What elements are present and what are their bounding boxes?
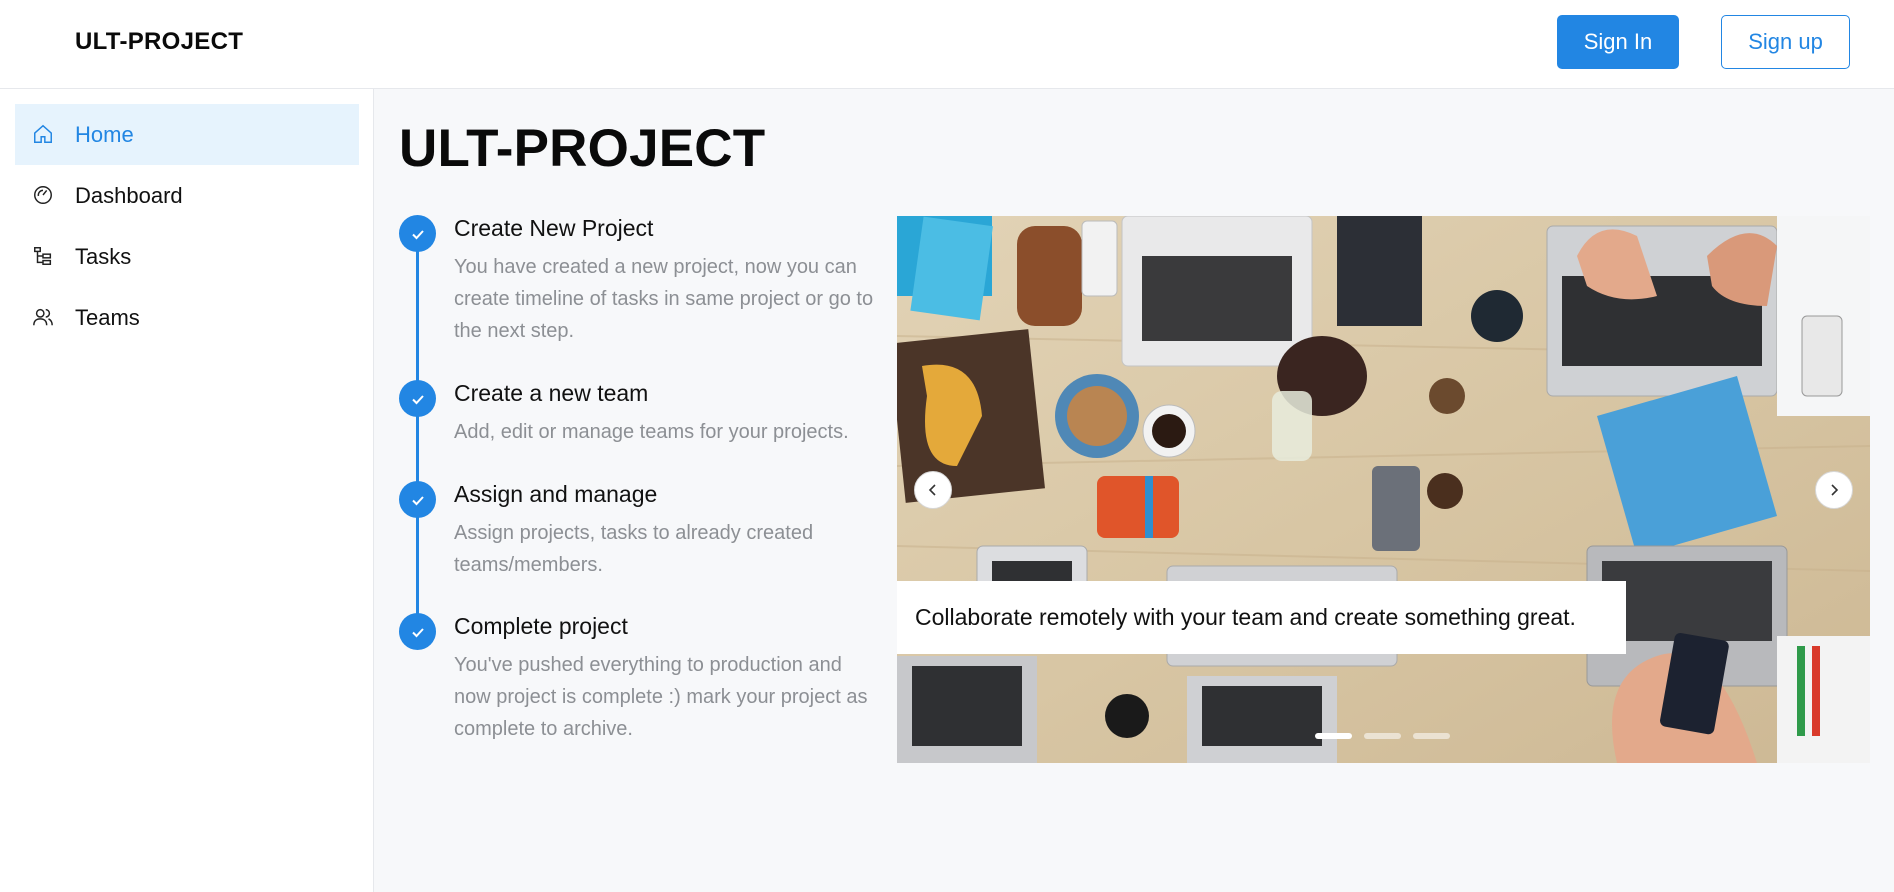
sidebar-item-teams[interactable]: Teams <box>15 287 359 348</box>
teams-icon <box>33 308 53 326</box>
sidebar-item-label: Dashboard <box>75 182 183 208</box>
carousel-next-button[interactable] <box>1815 471 1853 509</box>
step-title: Complete project <box>454 613 628 639</box>
check-icon <box>399 215 436 252</box>
page-title: ULT-PROJECT <box>399 119 766 178</box>
brand-logo[interactable]: ULT-PROJECT <box>75 28 243 56</box>
chevron-left-icon <box>928 484 936 496</box>
steps-timeline: Create New Project You have created a ne… <box>399 215 879 755</box>
step-title: Create New Project <box>454 215 654 241</box>
sidebar: Home Dashboard Tasks Teams <box>0 89 374 892</box>
step-title: Assign and manage <box>454 481 658 507</box>
step-description: You have created a new project, now you … <box>454 256 874 342</box>
sign-up-button[interactable]: Sign up <box>1721 15 1850 69</box>
step-description: You've pushed everything to production a… <box>454 654 868 740</box>
check-icon <box>399 380 436 417</box>
chevron-right-icon <box>1831 484 1839 496</box>
top-header: ULT-PROJECT Sign In Sign up <box>0 0 1894 89</box>
sidebar-item-label: Teams <box>75 304 140 330</box>
carousel-prev-button[interactable] <box>914 471 952 509</box>
timeline-line <box>416 235 419 635</box>
step-description: Add, edit or manage teams for your proje… <box>454 421 849 443</box>
dashboard-icon <box>34 186 52 204</box>
step-title: Create a new team <box>454 380 649 406</box>
tasks-icon <box>34 247 52 265</box>
image-carousel[interactable]: Collaborate remotely with your team and … <box>897 216 1870 763</box>
home-icon <box>34 124 52 143</box>
sign-in-button[interactable]: Sign In <box>1557 15 1679 69</box>
collaboration-photo <box>897 216 1870 763</box>
carousel-indicator[interactable] <box>1315 733 1352 739</box>
carousel-indicator[interactable] <box>1413 733 1450 739</box>
carousel-indicator[interactable] <box>1364 733 1401 739</box>
step-description: Assign projects, tasks to already create… <box>454 522 814 576</box>
sidebar-item-label: Tasks <box>75 243 132 269</box>
carousel-caption: Collaborate remotely with your team and … <box>897 581 1626 654</box>
check-icon <box>399 481 436 518</box>
check-icon <box>399 613 436 650</box>
sidebar-item-tasks[interactable]: Tasks <box>15 226 359 287</box>
carousel-indicators <box>1315 733 1450 739</box>
sidebar-item-dashboard[interactable]: Dashboard <box>15 165 359 226</box>
sidebar-item-label: Home <box>75 121 134 147</box>
sidebar-item-home[interactable]: Home <box>15 104 359 165</box>
